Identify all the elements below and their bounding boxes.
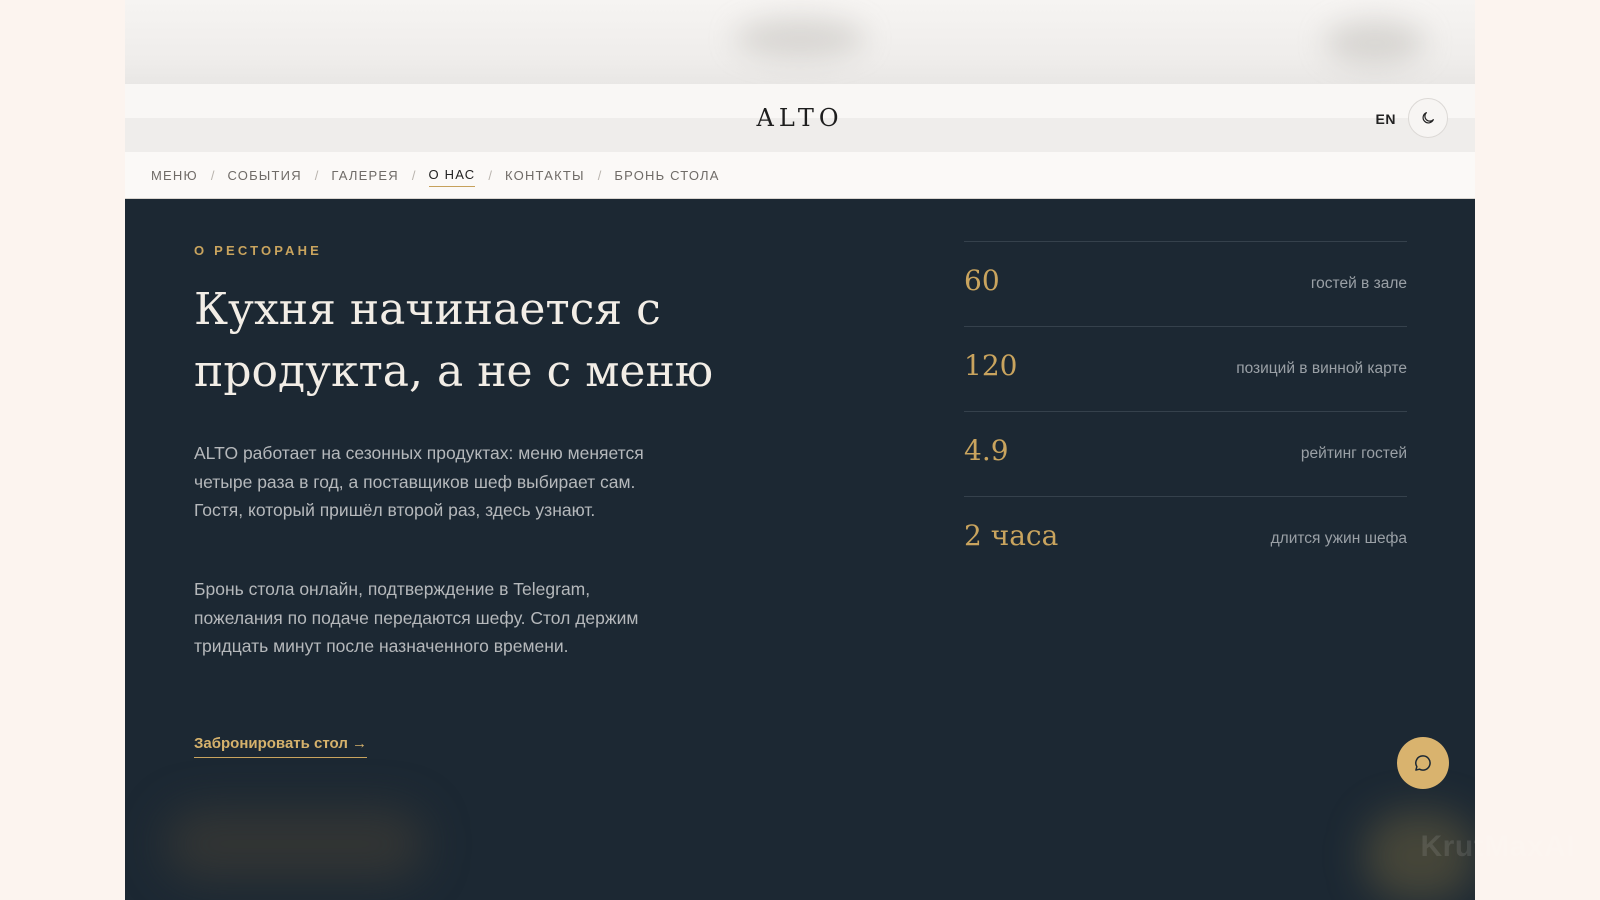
- brand-logo[interactable]: ALTO: [125, 104, 1475, 132]
- stat-row: 4.9 рейтинг гостей: [964, 411, 1407, 496]
- nav-separator: /: [411, 167, 416, 183]
- nav-separator: /: [488, 167, 493, 183]
- moon-icon: [1422, 112, 1434, 124]
- about-section: О РЕСТОРАНЕ Кухня начинается с продукта,…: [125, 199, 1475, 900]
- stat-label: гостей в зале: [1310, 275, 1407, 292]
- theme-toggle-button[interactable]: [1408, 98, 1448, 138]
- stat-row: 60 гостей в зале: [964, 241, 1407, 326]
- site-header: ALTO EN: [125, 84, 1475, 152]
- stat-label: длится ужин шефа: [1270, 530, 1407, 547]
- about-paragraph: ALTO работает на сезонных продуктах: мен…: [194, 443, 644, 520]
- nav-item-contacts[interactable]: КОНТАКТЫ: [505, 164, 585, 187]
- main-nav: МЕНЮ / СОБЫТИЯ / ГАЛЕРЕЯ / О НАС / КОНТА…: [125, 152, 1475, 199]
- page-frame: ALTO EN МЕНЮ / СОБЫТИЯ / ГАЛЕРЕЯ / О НАС…: [125, 0, 1475, 900]
- stat-value: 60: [964, 263, 1000, 297]
- bottom-blur-decoration: [165, 809, 425, 879]
- stats-list: 60 гостей в зале 120 позиций в винной ка…: [964, 241, 1407, 581]
- nav-item-booking[interactable]: БРОНЬ СТОЛА: [614, 164, 719, 187]
- top-blurred-banner: [125, 0, 1475, 84]
- stat-value: 2 часа: [964, 518, 1059, 552]
- stat-label: позиций в винной карте: [1236, 360, 1407, 377]
- section-eyebrow: О РЕСТОРАНЕ: [194, 243, 323, 258]
- nav-item-events[interactable]: СОБЫТИЯ: [227, 164, 301, 187]
- nav-item-about[interactable]: О НАС: [428, 163, 476, 187]
- about-headline: Кухня начинается с продукта, а не с меню: [194, 284, 714, 397]
- stat-label: рейтинг гостей: [1300, 445, 1407, 462]
- nav-item-gallery[interactable]: ГАЛЕРЕЯ: [331, 164, 398, 187]
- nav-separator: /: [597, 167, 602, 183]
- language-switch[interactable]: EN: [1376, 111, 1396, 127]
- nav-separator: /: [210, 167, 215, 183]
- stat-row: 120 позиций в винной карте: [964, 326, 1407, 411]
- chat-bubble-icon: [1415, 755, 1431, 771]
- stat-row: 2 часа длится ужин шефа: [964, 496, 1407, 581]
- about-paragraph: Бронь стола онлайн, подтверждение в Tele…: [194, 579, 639, 656]
- nav-item-menu[interactable]: МЕНЮ: [151, 164, 198, 187]
- watermark: KrutMaxAI: [1420, 830, 1575, 863]
- stat-value: 4.9: [964, 433, 1009, 467]
- book-table-link[interactable]: Забронировать стол →: [194, 735, 368, 758]
- stat-value: 120: [964, 348, 1018, 382]
- nav-separator: /: [314, 167, 319, 183]
- chat-button[interactable]: [1397, 737, 1449, 789]
